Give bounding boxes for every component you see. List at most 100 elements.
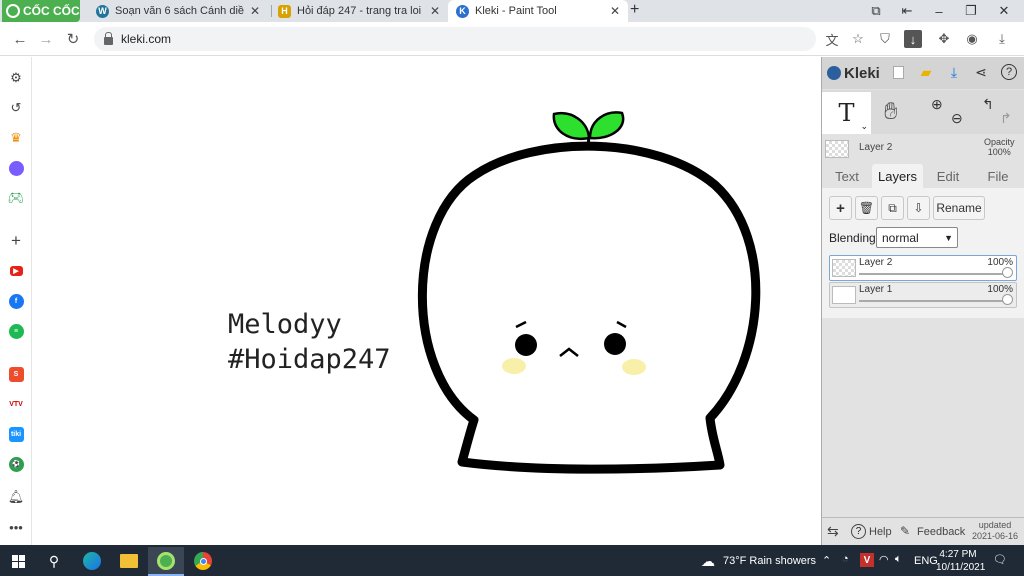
notification-center-icon[interactable]: 🗨︎ <box>993 553 1007 566</box>
vtv-icon[interactable]: VTV <box>7 395 25 413</box>
bookmark-star-icon[interactable]: ☆ <box>849 30 867 48</box>
settings-gear-icon[interactable]: ⚙ <box>7 69 25 87</box>
history-back-icon[interactable]: ⇤ <box>893 2 921 20</box>
address-bar[interactable]: kleki.com <box>94 27 816 51</box>
feedback-link[interactable]: Feedback <box>917 526 965 538</box>
tab-file[interactable]: File <box>976 164 1020 188</box>
extensions-icon[interactable]: ✥ <box>935 30 953 48</box>
volume-icon[interactable]: 🔈︎ <box>895 553 902 566</box>
browser-logo-text: CỐC CỐC <box>23 4 80 18</box>
tab-text[interactable]: Text <box>825 164 869 188</box>
cast-icon[interactable]: ⧉ <box>862 2 890 20</box>
updated-label: updated <box>978 520 1012 530</box>
current-layer-name: Layer 2 <box>859 142 893 153</box>
chevron-up-icon[interactable]: ⌃ <box>822 554 831 567</box>
hand-tool-icon[interactable]: ✋︎ <box>884 98 898 126</box>
redo-icon[interactable]: ↱ <box>1000 110 1012 127</box>
text-tool-button[interactable]: T ⌄ <box>822 92 871 134</box>
help-link[interactable]: Help <box>869 526 892 538</box>
blending-value: normal <box>882 230 919 245</box>
open-folder-icon[interactable]: ▰ <box>916 62 936 82</box>
add-shortcut-icon[interactable]: + <box>7 231 25 250</box>
profile-icon[interactable]: ◉ <box>963 30 981 48</box>
blending-select[interactable]: normal ▼ <box>876 227 958 248</box>
vietkey-icon[interactable]: V <box>860 553 874 567</box>
coccoc-logo[interactable]: CỐC CỐC <box>2 0 80 22</box>
layer-opacity-handle[interactable] <box>1002 267 1013 278</box>
undo-icon[interactable]: ↰ <box>982 96 994 113</box>
zoom-in-icon[interactable]: ⊕ <box>931 96 943 113</box>
select-chevron-down-icon: ▼ <box>944 232 953 243</box>
file-explorer-icon[interactable] <box>117 549 141 573</box>
share-icon[interactable]: ⋖ <box>971 62 991 82</box>
more-options-icon[interactable]: ••• <box>7 518 25 536</box>
back-icon[interactable]: ← <box>10 29 30 49</box>
tab-soan-van[interactable]: W Soạn văn 6 sách Cánh diều b ✕ <box>88 0 268 22</box>
windows-start-icon[interactable] <box>6 549 30 573</box>
wifi-icon[interactable]: ◠ <box>879 553 889 566</box>
tab-kleki[interactable]: K Kleki - Paint Tool ✕ <box>448 0 628 22</box>
downloads-icon[interactable]: ⤓ <box>993 30 1011 48</box>
restore-icon[interactable]: ❐ <box>957 2 985 20</box>
save-download-icon[interactable]: ⤓ <box>944 62 964 82</box>
clock-date: 10/11/2021 <box>936 562 986 573</box>
close-tab-icon[interactable]: ✕ <box>430 4 440 18</box>
messenger-icon[interactable] <box>7 159 25 177</box>
swap-side-icon[interactable]: ⇆ <box>827 523 839 540</box>
new-image-icon[interactable] <box>888 62 908 82</box>
coccoc-taskbar-icon <box>154 549 178 573</box>
layer-thumbnail <box>832 286 856 304</box>
close-window-icon[interactable]: ✕ <box>990 2 1018 20</box>
youtube-icon[interactable]: ▶ <box>7 262 25 280</box>
delete-layer-trash-icon[interactable]: 🗑︎ <box>855 196 878 220</box>
panel-divider <box>822 517 1024 518</box>
opacity-readout[interactable]: Opacity 100% <box>984 137 1015 157</box>
coccoc-icon <box>6 4 20 18</box>
spotify-icon[interactable]: ≡ <box>7 322 25 340</box>
minimize-icon[interactable]: – <box>925 2 953 20</box>
left-blush <box>502 358 526 374</box>
tab-layers[interactable]: Layers <box>872 164 923 188</box>
wordpress-icon: W <box>96 4 109 18</box>
edge-icon[interactable] <box>80 549 104 573</box>
tiki-icon[interactable]: tiki <box>7 425 25 443</box>
zoom-out-icon[interactable]: ⊖ <box>951 110 963 127</box>
notification-bell-icon[interactable]: 🔔︎ <box>7 488 25 506</box>
help-circle-icon[interactable]: ? <box>999 62 1019 82</box>
new-tab-icon[interactable]: + <box>630 1 639 19</box>
download-icon[interactable]: ↓ <box>904 30 922 48</box>
hoidap-favicon-icon: H <box>278 4 291 18</box>
reload-icon[interactable]: ↻ <box>63 29 83 49</box>
layer-opacity-handle[interactable] <box>1002 294 1013 305</box>
weather-text[interactable]: 73°F Rain showers <box>723 555 816 567</box>
search-icon[interactable]: ⚲ <box>42 549 66 573</box>
forward-icon[interactable]: → <box>36 29 56 49</box>
close-tab-icon[interactable]: ✕ <box>250 4 260 18</box>
crown-icon[interactable]: ♛ <box>7 129 25 147</box>
soccer-ball-icon[interactable]: ⚽ <box>7 455 25 473</box>
clock[interactable]: 4:27 PM 10/11/2021 <box>936 548 986 574</box>
right-eye <box>604 333 626 355</box>
layer-opacity-slider[interactable] <box>859 273 1008 275</box>
layer-opacity-slider[interactable] <box>859 300 1008 302</box>
tab-edit[interactable]: Edit <box>926 164 970 188</box>
add-layer-button[interactable]: + <box>829 196 852 220</box>
translate-icon[interactable]: 文 <box>823 30 841 48</box>
tab-hoi-dap[interactable]: H Hỏi đáp 247 - trang tra loi ✕ <box>270 0 448 22</box>
layer-item-layer-1[interactable]: Layer 1 100% <box>829 282 1017 308</box>
facebook-icon[interactable]: f <box>7 292 25 310</box>
shopee-icon[interactable]: S <box>7 365 25 383</box>
game-controller-icon[interactable]: 🎮︎ <box>7 189 25 207</box>
layer-item-layer-2[interactable]: Layer 2 100% <box>829 255 1017 281</box>
rename-layer-button[interactable]: Rename <box>933 196 985 220</box>
close-tab-icon[interactable]: ✕ <box>610 4 620 18</box>
chrome-icon[interactable] <box>191 549 215 573</box>
history-icon[interactable]: ↺ <box>7 99 25 117</box>
language-indicator[interactable]: ENG <box>914 555 938 567</box>
duplicate-layer-icon[interactable]: ⧉ <box>881 196 904 220</box>
canvas-text: Melodyy #Hoidap247 <box>228 307 391 377</box>
merge-layer-icon[interactable]: ⇩ <box>907 196 930 220</box>
shield-icon[interactable]: ⛉ <box>876 30 894 48</box>
current-layer-thumbnail <box>825 140 849 158</box>
network-icon[interactable]: ◔ <box>842 553 849 565</box>
